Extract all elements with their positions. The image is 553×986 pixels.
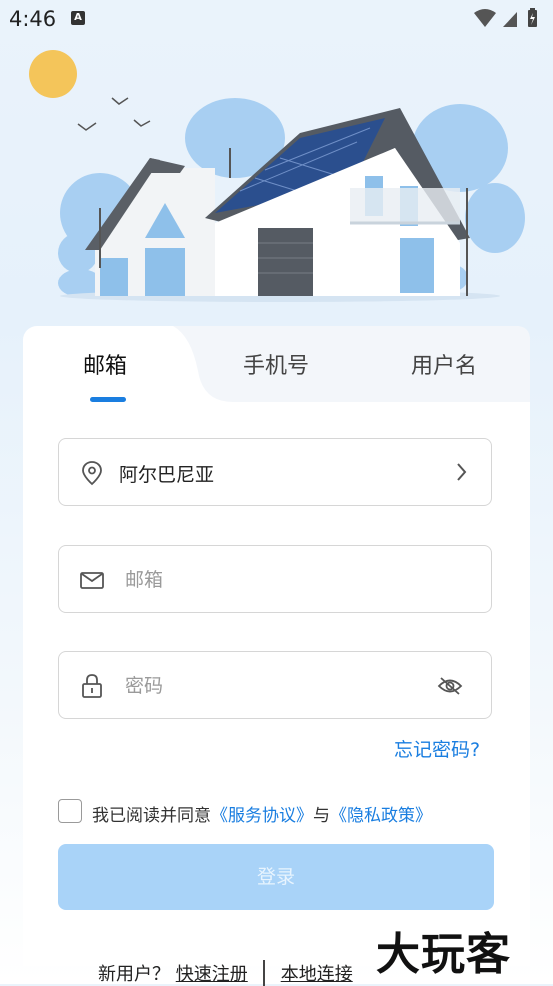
agreement-text: 我已阅读并同意《服务协议》与《隐私政策》 [92, 801, 432, 826]
email-input[interactable] [123, 560, 427, 600]
login-tabs: 邮箱 手机号 用户名 [23, 326, 530, 402]
sun-icon [29, 50, 77, 98]
password-input[interactable] [123, 666, 427, 706]
agreement-checkbox[interactable] [58, 799, 82, 823]
notification-icon: A [71, 11, 85, 25]
country-select[interactable]: 阿尔巴尼亚 [58, 438, 492, 506]
tab-phone[interactable]: 手机号 [243, 348, 309, 380]
status-icons [473, 8, 543, 34]
tab-email[interactable]: 邮箱 [83, 348, 127, 380]
login-card: 邮箱 手机号 用户名 阿尔巴尼亚 忘记密码? 我已阅读并同意《服 [23, 326, 530, 966]
chevron-right-icon [455, 461, 469, 487]
register-link[interactable]: 快速注册 [176, 964, 248, 985]
agreement-prefix: 我已阅读并同意 [92, 806, 211, 826]
privacy-policy-link[interactable]: 《隐私政策》 [330, 806, 432, 826]
wifi-icon [474, 9, 496, 27]
signal-icon [503, 12, 517, 27]
watermark-logo: 大玩客 [376, 929, 511, 980]
login-button[interactable]: 登录 [58, 844, 494, 910]
footer-links: 新用户？ 快速注册 本地连接 [98, 960, 353, 986]
service-agreement-link[interactable]: 《服务协议》 [211, 806, 313, 826]
forgot-password-link[interactable]: 忘记密码? [394, 735, 480, 762]
password-field[interactable] [58, 651, 492, 719]
status-time: 4:46 [9, 7, 57, 31]
mail-icon [79, 567, 105, 593]
hero-illustration [0, 38, 553, 308]
new-user-label: 新用户？ [98, 964, 170, 985]
eye-hidden-icon[interactable] [437, 676, 463, 700]
agreement-conjunction: 与 [313, 806, 330, 826]
location-pin-icon [79, 460, 105, 486]
lock-icon [79, 673, 105, 699]
tab-username[interactable]: 用户名 [411, 348, 477, 380]
battery-icon [528, 8, 537, 27]
footer-divider [263, 960, 265, 986]
birds-icon [77, 97, 151, 131]
country-value: 阿尔巴尼亚 [119, 464, 215, 486]
email-field[interactable] [58, 545, 492, 613]
local-connection-link[interactable]: 本地连接 [281, 964, 353, 985]
status-bar: 4:46 A [0, 0, 553, 38]
active-tab-indicator [90, 397, 126, 402]
